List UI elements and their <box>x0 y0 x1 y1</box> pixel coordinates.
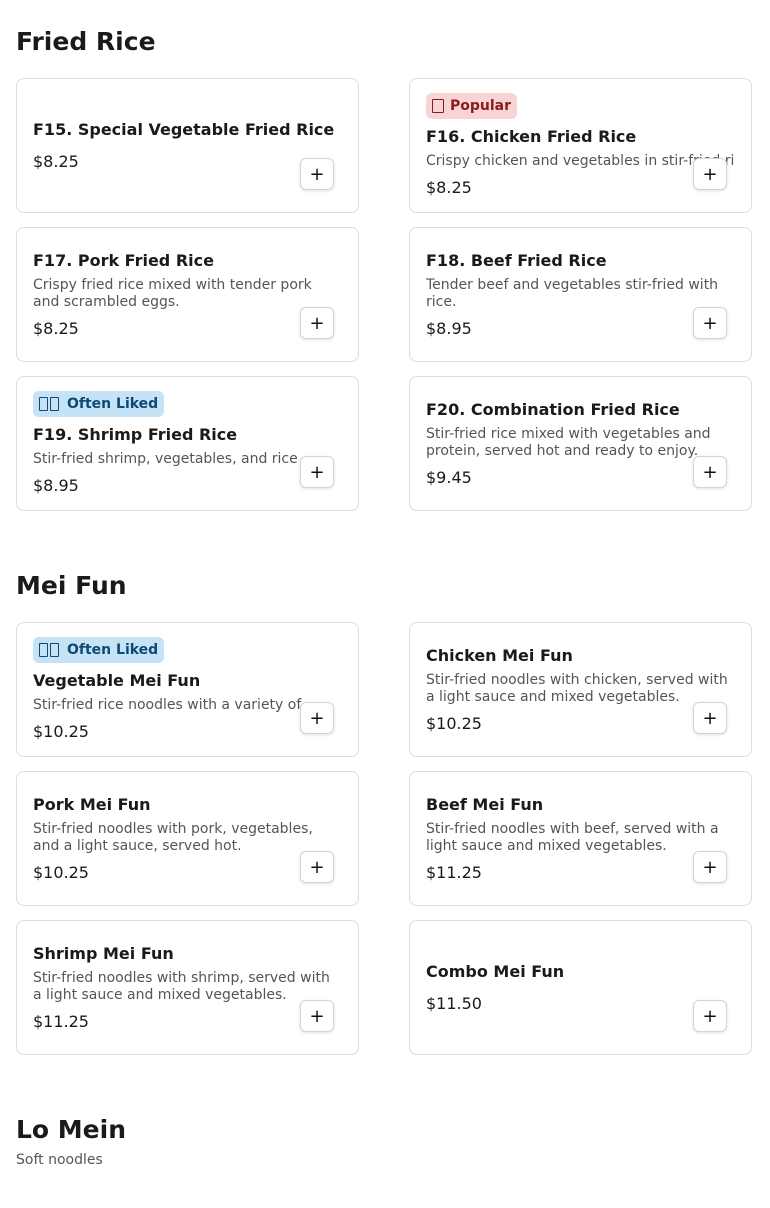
add-to-cart-button[interactable]: + <box>300 702 334 734</box>
item-name: Pork Mei Fun <box>33 794 151 814</box>
item-name: Combo Mei Fun <box>426 961 565 981</box>
menu-item-card[interactable]: Chicken Mei Fun Stir-fried noodles with … <box>409 622 752 757</box>
add-to-cart-button[interactable]: + <box>693 307 727 339</box>
menu-item-card[interactable]: Combo Mei Fun $11.50 + <box>409 920 752 1055</box>
menu-item-card[interactable]: Often Liked F19. Shrimp Fried Rice Stir-… <box>16 376 359 511</box>
add-to-cart-button[interactable]: + <box>300 158 334 190</box>
item-name: F17. Pork Fried Rice <box>33 250 214 270</box>
item-name: F19. Shrimp Fried Rice <box>33 425 238 444</box>
item-name: Chicken Mei Fun <box>426 645 573 665</box>
item-name: Beef Mei Fun <box>426 794 544 814</box>
menu-item-card[interactable]: Popular F16. Chicken Fried Rice Crispy c… <box>409 78 752 213</box>
menu-item-card[interactable]: Shrimp Mei Fun Stir-fried noodles with s… <box>16 920 359 1055</box>
menu-item-card[interactable]: F20. Combination Fried Rice Stir-fried r… <box>409 376 752 511</box>
section-title-lo-mein: Lo Mein <box>16 1115 127 1144</box>
menu-item-card[interactable]: F17. Pork Fried Rice Crispy fried rice m… <box>16 227 359 362</box>
item-name: F15. Special Vegetable Fried Rice <box>33 119 335 139</box>
add-to-cart-button[interactable]: + <box>693 702 727 734</box>
often-liked-badge: Often Liked <box>33 391 165 417</box>
menu-item-card[interactable]: F18. Beef Fried Rice Tender beef and veg… <box>409 227 752 362</box>
add-to-cart-button[interactable]: + <box>300 456 334 488</box>
item-price: $11.25 <box>33 1011 89 1031</box>
item-name: F18. Beef Fried Rice <box>426 250 607 270</box>
popular-badge: Popular <box>426 93 518 119</box>
item-name: Shrimp Mei Fun <box>33 943 174 963</box>
badge-label: Often Liked <box>67 642 159 658</box>
item-name: F20. Combination Fried Rice <box>426 399 680 419</box>
item-price: $8.95 <box>33 476 79 495</box>
thumbs-up-icon <box>39 643 61 657</box>
item-description: Stir-fried noodles with shrimp, served w… <box>33 969 330 1003</box>
section-subtitle: Soft noodles <box>16 1152 103 1168</box>
item-description: Stir-fried rice noodles with a variety o… <box>33 697 302 713</box>
add-to-cart-button[interactable]: + <box>693 1000 727 1032</box>
section-title-mei-fun: Mei Fun <box>16 571 127 600</box>
often-liked-badge: Often Liked <box>33 637 165 663</box>
add-to-cart-button[interactable]: + <box>300 1000 334 1032</box>
item-description: Stir-fried noodles with chicken, served … <box>426 671 728 705</box>
add-to-cart-button[interactable]: + <box>300 307 334 339</box>
item-description: Crispy chicken and vegetables in stir-fr… <box>426 153 735 169</box>
menu-item-card[interactable]: F15. Special Vegetable Fried Rice $8.25 … <box>16 78 359 213</box>
item-price: $11.50 <box>426 993 482 1013</box>
item-description: Stir-fried noodles with pork, vegetables… <box>33 820 313 854</box>
item-name: F16. Chicken Fried Rice <box>426 127 637 146</box>
item-price: $11.25 <box>426 862 482 882</box>
item-price: $10.25 <box>33 722 89 741</box>
item-price: $8.95 <box>426 318 472 338</box>
item-price: $8.25 <box>33 318 79 338</box>
item-price: $10.25 <box>33 862 89 882</box>
item-price: $8.25 <box>426 178 472 197</box>
badge-label: Popular <box>450 98 512 114</box>
badge-label: Often Liked <box>67 396 159 412</box>
item-name: Vegetable Mei Fun <box>33 671 201 690</box>
add-to-cart-button[interactable]: + <box>693 158 727 190</box>
menu-item-card[interactable]: Pork Mei Fun Stir-fried noodles with por… <box>16 771 359 906</box>
thumbs-up-icon <box>39 397 61 411</box>
add-to-cart-button[interactable]: + <box>300 851 334 883</box>
item-price: $9.45 <box>426 467 472 487</box>
menu-item-card[interactable]: Often Liked Vegetable Mei Fun Stir-fried… <box>16 622 359 757</box>
add-to-cart-button[interactable]: + <box>693 456 727 488</box>
item-description: Stir-fried noodles with beef, served wit… <box>426 820 719 854</box>
item-description: Crispy fried rice mixed with tender pork… <box>33 276 312 310</box>
item-description: Stir-fried rice mixed with vegetables an… <box>426 425 711 459</box>
flame-icon <box>432 99 444 113</box>
item-description: Tender beef and vegetables stir-fried wi… <box>426 276 719 310</box>
section-title-fried-rice: Fried Rice <box>16 27 156 56</box>
add-to-cart-button[interactable]: + <box>693 851 727 883</box>
menu-item-card[interactable]: Beef Mei Fun Stir-fried noodles with bee… <box>409 771 752 906</box>
item-price: $8.25 <box>33 151 79 171</box>
item-description: Stir-fried shrimp, vegetables, and rice <box>33 451 298 467</box>
item-price: $10.25 <box>426 713 482 733</box>
